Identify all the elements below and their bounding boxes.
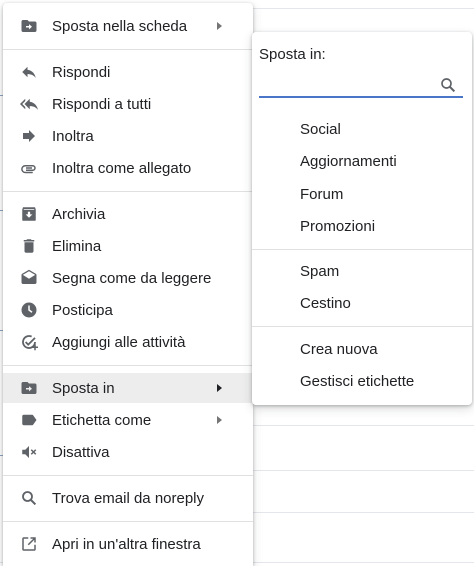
snooze-clock-icon	[20, 301, 38, 319]
menu-divider	[3, 475, 253, 476]
background-list-line	[253, 470, 474, 471]
submenu-item-spam[interactable]: Spam	[252, 257, 472, 287]
menu-item-label: Rispondi	[52, 63, 111, 81]
menu-divider	[3, 365, 253, 366]
menu-item-label: Posticipa	[52, 301, 113, 319]
background-list-line	[253, 425, 474, 426]
menu-item-label: Aggiungi alle attività	[52, 333, 186, 351]
move-to-tab-icon	[20, 17, 38, 35]
menu-item-label: Trova email da noreply	[52, 489, 205, 507]
menu-item-snooze[interactable]: Posticipa	[3, 295, 253, 325]
background-list-line	[253, 8, 474, 9]
menu-item-mute[interactable]: Disattiva	[3, 437, 253, 467]
menu-item-label: Etichetta come	[52, 411, 152, 429]
menu-item-label: Sposta nella scheda	[52, 17, 188, 35]
submenu-item-trash[interactable]: Cestino	[252, 289, 472, 319]
forward-icon	[20, 127, 38, 145]
attachment-icon	[20, 159, 38, 177]
menu-item-label: Disattiva	[52, 443, 110, 461]
menu-item-find-emails[interactable]: Trova email da noreply	[3, 483, 253, 513]
search-icon	[20, 489, 38, 507]
mute-icon	[20, 443, 38, 461]
submenu-item-promotions[interactable]: Promozioni	[252, 212, 472, 242]
menu-item-label: Segna come da leggere	[52, 269, 212, 287]
menu-item-archive[interactable]: Archivia	[3, 199, 253, 229]
menu-divider	[3, 191, 253, 192]
background-list-line	[253, 512, 474, 513]
submenu-arrow-icon	[217, 416, 222, 424]
menu-item-label: Rispondi a tutti	[52, 95, 152, 113]
context-menu: Sposta nella scheda Rispondi Rispondi a …	[3, 3, 253, 566]
submenu-title: Sposta in:	[259, 46, 326, 63]
submenu-item-label: Promozioni	[300, 218, 376, 235]
submenu-item-label: Crea nuova	[300, 341, 378, 358]
move-to-submenu: Sposta in: Social Aggiornamenti Forum Pr…	[252, 32, 472, 405]
submenu-item-label: Spam	[300, 263, 340, 280]
menu-item-open-new-window[interactable]: Apri in un'altra finestra	[3, 529, 253, 559]
menu-item-label: Archivia	[52, 205, 106, 223]
submenu-item-create-new[interactable]: Crea nuova	[252, 335, 472, 365]
menu-item-move-to[interactable]: Sposta in	[3, 373, 253, 403]
submenu-arrow-icon	[217, 384, 222, 392]
search-icon[interactable]	[439, 76, 457, 94]
menu-divider	[3, 521, 253, 522]
menu-item-add-to-tasks[interactable]: Aggiungi alle attività	[3, 327, 253, 357]
reply-icon	[20, 63, 38, 81]
submenu-item-manage-labels[interactable]: Gestisci etichette	[252, 367, 472, 397]
submenu-divider	[252, 326, 472, 327]
label-icon	[20, 411, 38, 429]
submenu-item-forums[interactable]: Forum	[252, 180, 472, 210]
menu-item-move-to-tab[interactable]: Sposta nella scheda	[3, 11, 253, 41]
menu-divider	[3, 49, 253, 50]
menu-item-reply[interactable]: Rispondi	[3, 57, 253, 87]
menu-item-label: Inoltra	[52, 127, 94, 145]
reply-all-icon	[20, 95, 38, 113]
submenu-divider	[252, 249, 472, 250]
menu-item-mark-unread[interactable]: Segna come da leggere	[3, 263, 253, 293]
move-to-icon	[20, 379, 38, 397]
open-in-new-icon	[20, 535, 38, 553]
submenu-item-label: Cestino	[300, 295, 351, 312]
menu-item-label-as[interactable]: Etichetta come	[3, 405, 253, 435]
mark-unread-icon	[20, 269, 38, 287]
menu-item-label: Inoltra come allegato	[52, 159, 192, 177]
submenu-item-label: Gestisci etichette	[300, 373, 415, 390]
submenu-item-label: Aggiornamenti	[300, 153, 397, 170]
add-task-icon	[20, 333, 38, 351]
menu-item-label: Apri in un'altra finestra	[52, 535, 201, 553]
submenu-item-label: Forum	[300, 186, 344, 203]
submenu-item-label: Social	[300, 121, 341, 138]
submenu-item-social[interactable]: Social	[252, 115, 472, 145]
archive-icon	[20, 205, 38, 223]
trash-icon	[20, 237, 38, 255]
submenu-arrow-icon	[217, 22, 222, 30]
label-search-input[interactable]	[259, 72, 435, 96]
menu-item-reply-all[interactable]: Rispondi a tutti	[3, 89, 253, 119]
submenu-item-updates[interactable]: Aggiornamenti	[252, 147, 472, 177]
menu-item-forward[interactable]: Inoltra	[3, 121, 253, 151]
menu-item-label: Elimina	[52, 237, 102, 255]
menu-item-delete[interactable]: Elimina	[3, 231, 253, 261]
menu-item-label: Sposta in	[52, 379, 115, 397]
menu-item-forward-as-attachment[interactable]: Inoltra come allegato	[3, 153, 253, 183]
submenu-search	[259, 72, 463, 98]
